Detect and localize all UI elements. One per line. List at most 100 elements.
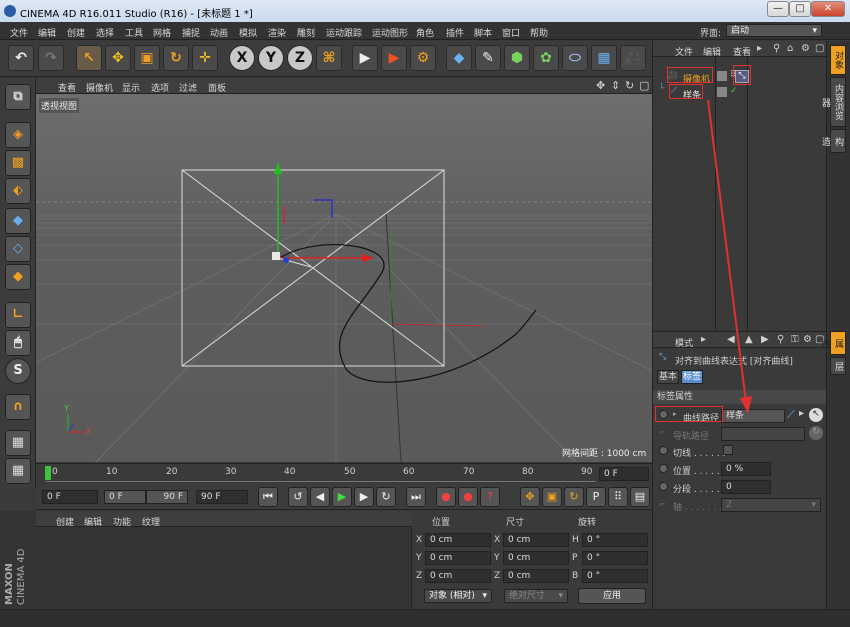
menu-file[interactable]: 文件 xyxy=(10,26,28,39)
material-menu-create[interactable]: 创建 xyxy=(56,515,74,528)
axis-mode-icon[interactable]: ∟ xyxy=(5,302,31,328)
axis-dropdown[interactable]: Z ▾ xyxy=(721,498,821,512)
menu-sculpt[interactable]: 雕刻 xyxy=(297,26,315,39)
arrow-right-icon[interactable]: ▸ xyxy=(799,408,804,419)
animate-dot-icon[interactable] xyxy=(659,464,668,473)
render-settings-icon[interactable]: ⚙ xyxy=(410,45,436,71)
scale-icon[interactable]: ▣ xyxy=(134,45,160,71)
viewport-menu-cameras[interactable]: 摄像机 xyxy=(86,81,113,94)
search-icon[interactable]: ⚲ xyxy=(777,334,784,345)
animate-dot-icon[interactable] xyxy=(659,482,668,491)
material-menu-edit[interactable]: 编辑 xyxy=(84,515,102,528)
object-menu-edit[interactable]: 编辑 xyxy=(703,45,721,58)
lock-workplane-icon[interactable]: ▦ xyxy=(5,430,31,456)
close-button[interactable]: ✕ xyxy=(811,1,845,17)
recent-tool-icon[interactable]: ✛ xyxy=(192,45,218,71)
editor-visibility-icon[interactable] xyxy=(717,71,727,81)
tab-basic[interactable]: 基本 xyxy=(657,370,679,384)
menu-motion-tracking[interactable]: 运动跟踪 xyxy=(326,26,362,39)
points-mode-icon[interactable]: ◆ xyxy=(5,208,31,234)
viewport[interactable]: 透视视图 Y X 网格间距: 1000 cm xyxy=(36,94,652,462)
material-menu-texture[interactable]: 纹理 xyxy=(142,515,160,528)
snapping-icon[interactable]: S xyxy=(5,358,31,384)
go-to-start-icon[interactable]: ⏮ xyxy=(258,487,278,507)
subdivision-icon[interactable]: ⬢ xyxy=(504,45,530,71)
menu-snap[interactable]: 捕捉 xyxy=(182,26,200,39)
menu-create[interactable]: 创建 xyxy=(67,26,85,39)
position-percent-field[interactable]: 0 % xyxy=(721,462,771,476)
range-end-field[interactable]: 90 F xyxy=(146,490,188,504)
polygons-mode-icon[interactable]: ◆ xyxy=(5,264,31,290)
viewport-menu-options[interactable]: 选项 xyxy=(151,81,169,94)
pick-object-icon[interactable]: ↖ xyxy=(809,408,823,422)
arrow-right-icon[interactable]: ▸ xyxy=(701,334,706,345)
up-arrow-icon[interactable]: ▲ xyxy=(745,334,753,345)
attribute-menu-mode[interactable]: 模式 xyxy=(675,336,693,349)
move-icon[interactable]: ✥ xyxy=(105,45,131,71)
rotation-b-field[interactable]: 0 ° xyxy=(582,569,648,583)
object-menu-view[interactable]: 查看 xyxy=(733,45,751,58)
rotate-icon[interactable]: ↻ xyxy=(163,45,189,71)
workplane-icon[interactable]: ⬖ xyxy=(5,178,31,204)
render-picture-viewer-icon[interactable]: ▶ xyxy=(381,45,407,71)
editor-visibility-icon[interactable] xyxy=(717,87,727,97)
menu-tools[interactable]: 工具 xyxy=(125,26,143,39)
pan-icon[interactable]: ✥ xyxy=(596,79,605,92)
viewport-menu-display[interactable]: 显示 xyxy=(122,81,140,94)
back-arrow-icon[interactable]: ◀ xyxy=(727,334,735,345)
live-select-icon[interactable]: ↖ xyxy=(76,45,102,71)
size-mode-dropdown[interactable]: 绝对尺寸 ▾ xyxy=(504,589,568,603)
current-frame-field[interactable]: 0 F xyxy=(599,467,649,481)
apply-button[interactable]: 应用 xyxy=(578,588,646,604)
arrow-right-icon[interactable]: ▸ xyxy=(757,43,762,54)
x-axis-lock-icon[interactable]: X xyxy=(229,45,255,71)
tangential-checkbox[interactable] xyxy=(723,445,733,455)
auto-keying-icon[interactable]: ● xyxy=(458,487,478,507)
lock-icon[interactable]: ⚿ xyxy=(791,334,799,345)
cube-icon[interactable]: ◆ xyxy=(446,45,472,71)
z-axis-lock-icon[interactable]: Z xyxy=(287,45,313,71)
go-to-end-icon[interactable]: ⏭ xyxy=(406,487,426,507)
make-editable-icon[interactable]: ⧉ xyxy=(5,84,31,110)
viewport-menu-panel[interactable]: 面板 xyxy=(208,81,226,94)
minimize-button[interactable]: — xyxy=(767,1,789,17)
menu-animate[interactable]: 动画 xyxy=(210,26,228,39)
size-x-field[interactable]: 0 cm xyxy=(503,533,569,547)
settings-icon[interactable]: ⚙ xyxy=(801,43,810,54)
start-frame-field[interactable]: 0 F xyxy=(42,490,98,504)
end-frame-field[interactable]: 90 F xyxy=(196,490,248,504)
next-key-icon[interactable]: ↻ xyxy=(376,487,396,507)
redo-button[interactable]: ↷ xyxy=(38,45,64,71)
previous-key-icon[interactable]: ↺ xyxy=(288,487,308,507)
menu-window[interactable]: 窗口 xyxy=(502,26,520,39)
material-menu-function[interactable]: 功能 xyxy=(113,515,131,528)
search-icon[interactable]: ⚲ xyxy=(773,43,780,54)
side-tab-objects[interactable]: 对象 xyxy=(830,45,846,75)
range-start-field[interactable]: 0 F xyxy=(104,490,146,504)
menu-edit[interactable]: 编辑 xyxy=(38,26,56,39)
position-y-field[interactable]: 0 cm xyxy=(425,551,491,565)
coordinate-system-icon[interactable]: ⌘ xyxy=(316,45,342,71)
previous-frame-icon[interactable]: ◀ xyxy=(310,487,330,507)
edges-mode-icon[interactable]: ◇ xyxy=(5,236,31,262)
y-axis-lock-icon[interactable]: Y xyxy=(258,45,284,71)
tab-tag[interactable]: 标签 xyxy=(681,370,703,384)
menu-render[interactable]: 渲染 xyxy=(268,26,286,39)
maximize-button[interactable]: □ xyxy=(789,1,811,17)
enabled-check-icon[interactable]: ✓ xyxy=(730,86,738,96)
menu-select[interactable]: 选择 xyxy=(96,26,114,39)
forward-arrow-icon[interactable]: ▶ xyxy=(761,334,769,345)
model-mode-icon[interactable]: ◈ xyxy=(5,122,31,148)
viewport-menu-filter[interactable]: 过滤 xyxy=(179,81,197,94)
deformer-icon[interactable]: ⬭ xyxy=(562,45,588,71)
position-x-field[interactable]: 0 cm xyxy=(425,533,491,547)
render-view-icon[interactable]: ▶ xyxy=(352,45,378,71)
home-icon[interactable]: ⌂ xyxy=(787,43,793,54)
viewport-menu-view[interactable]: 查看 xyxy=(58,81,76,94)
tweak-mode-icon[interactable]: 🖱 xyxy=(5,330,31,356)
playhead[interactable] xyxy=(45,466,51,480)
side-tab-layers[interactable]: 层 xyxy=(830,357,846,375)
pen-spline-icon[interactable]: ✎ xyxy=(475,45,501,71)
timeline-window-icon[interactable]: ▤ xyxy=(630,487,650,507)
timeline-ruler[interactable]: 0 10 20 30 40 50 60 70 80 90 0 F xyxy=(36,463,652,483)
